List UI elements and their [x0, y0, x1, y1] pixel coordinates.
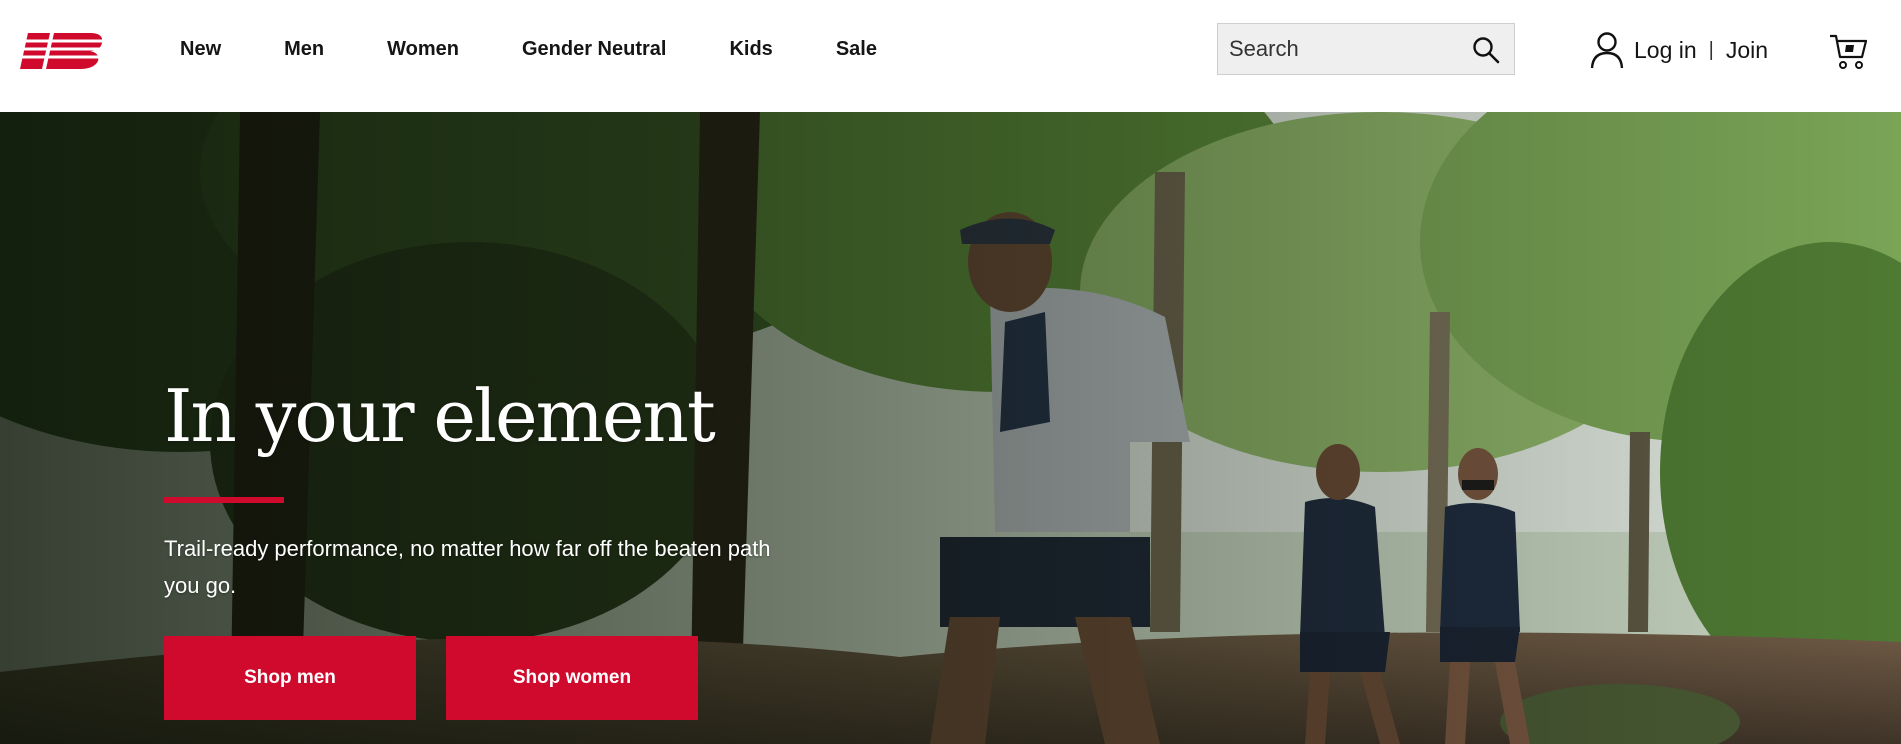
user-icon[interactable] — [1590, 31, 1624, 69]
cart-icon[interactable] — [1829, 33, 1867, 71]
account-links: Log in | Join — [1590, 31, 1768, 69]
search-box — [1217, 23, 1515, 75]
nav-new[interactable]: New — [180, 38, 221, 61]
nav-kids[interactable]: Kids — [729, 38, 772, 61]
nav-women[interactable]: Women — [387, 38, 459, 61]
join-link[interactable]: Join — [1726, 37, 1768, 64]
title-accent-bar — [164, 497, 284, 503]
hero-title: In your element — [164, 374, 716, 458]
login-link[interactable]: Log in — [1634, 37, 1697, 64]
main-nav: New Men Women Gender Neutral Kids Sale — [180, 38, 940, 61]
site-header: New Men Women Gender Neutral Kids Sale L… — [0, 0, 1901, 112]
account-separator: | — [1708, 38, 1714, 61]
nav-sale[interactable]: Sale — [836, 38, 877, 61]
hero-banner: In your element Trail-ready performance,… — [0, 112, 1901, 744]
shop-women-button[interactable]: Shop women — [446, 636, 698, 720]
shop-men-button[interactable]: Shop men — [164, 636, 416, 720]
nav-men[interactable]: Men — [284, 38, 324, 61]
search-input[interactable] — [1218, 24, 1464, 74]
search-icon[interactable] — [1472, 36, 1500, 64]
hero-subtitle: Trail-ready performance, no matter how f… — [164, 536, 771, 598]
new-balance-logo[interactable] — [20, 29, 104, 73]
nav-gender-neutral[interactable]: Gender Neutral — [522, 38, 666, 61]
